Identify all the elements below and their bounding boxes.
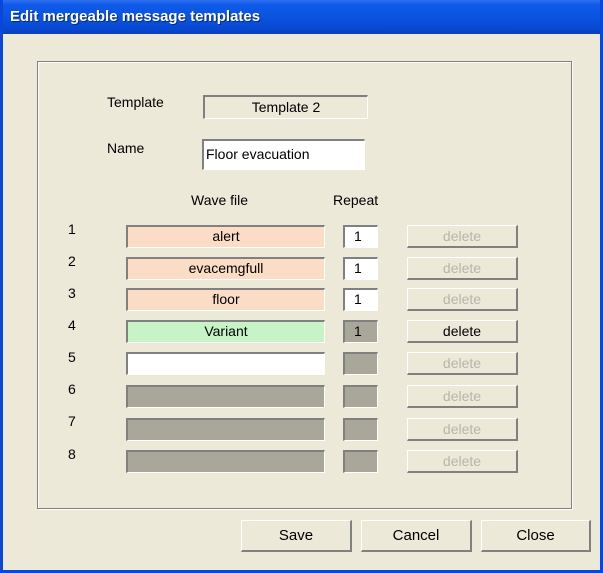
repeat-header: Repeat — [333, 192, 379, 208]
wave-file-header: Wave file — [191, 192, 249, 208]
delete-button[interactable]: delete — [407, 225, 518, 248]
repeat-field[interactable] — [343, 385, 378, 408]
repeat-field[interactable] — [343, 352, 378, 375]
repeat-field[interactable]: 1 — [343, 320, 378, 343]
delete-button[interactable]: delete — [407, 288, 518, 311]
row-number: 2 — [68, 253, 76, 269]
name-label: Name — [107, 140, 145, 156]
template-field: Template 2 — [203, 95, 368, 119]
dialog-window: Edit mergeable message templates Templat… — [0, 0, 603, 573]
name-input[interactable]: Floor evacuation — [202, 139, 365, 170]
wave-file-field[interactable]: Variant — [126, 320, 325, 343]
wave-file-field[interactable] — [126, 450, 325, 473]
template-groupbox — [37, 61, 572, 509]
row-number: 7 — [68, 413, 76, 429]
row-number: 8 — [68, 446, 76, 462]
row-number: 1 — [68, 221, 76, 237]
row-number: 6 — [68, 381, 76, 397]
row-number: 4 — [68, 317, 76, 333]
repeat-field[interactable] — [343, 450, 378, 473]
template-label: Template — [107, 94, 164, 110]
wave-file-field[interactable]: evacemgfull — [126, 257, 325, 280]
repeat-field[interactable] — [343, 418, 378, 441]
delete-button[interactable]: delete — [407, 418, 518, 441]
row-number: 5 — [68, 349, 76, 365]
delete-button[interactable]: delete — [407, 450, 518, 473]
wave-file-field[interactable] — [126, 352, 325, 375]
repeat-field[interactable]: 1 — [343, 257, 378, 280]
title-bar[interactable]: Edit mergeable message templates — [3, 0, 600, 34]
delete-button[interactable]: delete — [407, 320, 518, 343]
row-number: 3 — [68, 285, 76, 301]
cancel-button[interactable]: Cancel — [361, 520, 472, 552]
delete-button[interactable]: delete — [407, 257, 518, 280]
repeat-field[interactable]: 1 — [343, 225, 378, 248]
repeat-field[interactable]: 1 — [343, 288, 378, 311]
delete-button[interactable]: delete — [407, 352, 518, 375]
wave-file-field[interactable]: alert — [126, 225, 325, 248]
delete-button[interactable]: delete — [407, 385, 518, 408]
wave-file-field[interactable]: floor — [126, 288, 325, 311]
wave-file-field[interactable] — [126, 385, 325, 408]
close-button[interactable]: Close — [481, 520, 591, 552]
wave-file-field[interactable] — [126, 418, 325, 441]
save-button[interactable]: Save — [241, 520, 352, 552]
